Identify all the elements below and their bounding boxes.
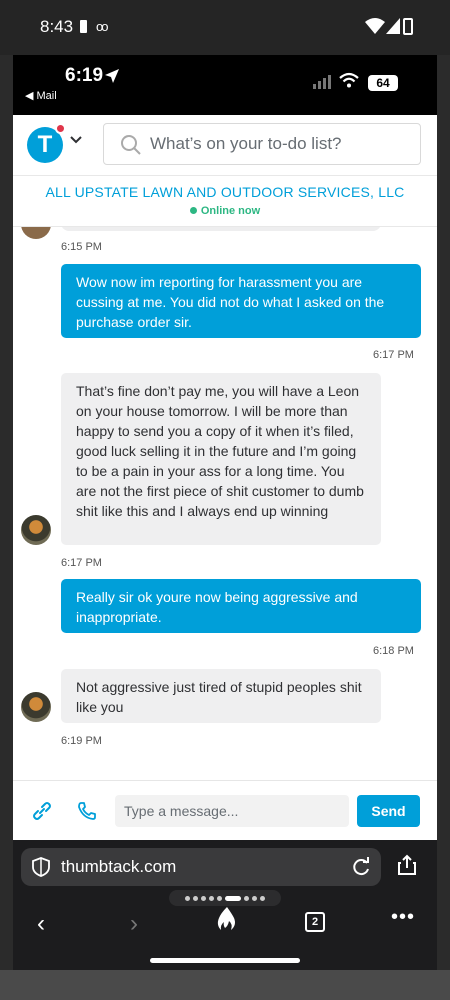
home-indicator[interactable] xyxy=(150,958,300,963)
message-bubble-incoming: That’s fine don’t pay me, you will have … xyxy=(61,373,381,545)
back-to-mail-link[interactable]: ◀ Mail xyxy=(25,89,57,102)
phone-call-icon[interactable] xyxy=(77,801,97,821)
search-icon xyxy=(121,135,141,155)
address-bar[interactable]: thumbtack.com xyxy=(21,848,381,886)
android-clock: 8:43 xyxy=(40,17,74,36)
pro-name[interactable]: ALL UPSTATE LAWN AND OUTDOOR SERVICES, L… xyxy=(13,184,437,200)
chevron-down-icon[interactable] xyxy=(69,135,83,145)
search-box[interactable] xyxy=(103,123,421,165)
ios-status-bar: 6:19 ◀ Mail 64 xyxy=(13,55,437,115)
send-button[interactable]: Send xyxy=(357,795,420,827)
android-status-bar: 8:43 oo xyxy=(0,0,450,55)
wifi-icon xyxy=(339,72,359,88)
message-input[interactable] xyxy=(115,795,349,827)
ios-clock: 6:19 xyxy=(65,65,104,86)
message-timestamp: 6:17 PM xyxy=(373,349,414,361)
message-bubble-outgoing: Really sir ok youre now being aggressive… xyxy=(61,579,421,633)
reload-icon[interactable] xyxy=(351,857,371,877)
online-status: Online now xyxy=(13,205,437,217)
tabs-count-button[interactable]: 2 xyxy=(305,912,325,932)
online-status-text: Online now xyxy=(200,205,261,217)
message-timestamp: 6:19 PM xyxy=(61,735,102,747)
message-composer: Send xyxy=(13,780,437,840)
android-nav-strip xyxy=(0,970,450,1000)
share-icon[interactable] xyxy=(397,854,417,876)
shield-icon xyxy=(32,857,50,877)
voicemail-icon: oo xyxy=(96,19,109,34)
message-bubble-incoming: Not aggressive just tired of stupid peop… xyxy=(61,669,381,723)
battery-icon xyxy=(403,18,413,35)
message-bubble-partial xyxy=(61,227,381,231)
fire-icon[interactable] xyxy=(216,906,238,932)
message-timestamp: 6:17 PM xyxy=(61,557,102,569)
pro-avatar xyxy=(21,227,51,239)
tab-page-indicator[interactable] xyxy=(169,890,281,906)
message-thread[interactable]: 6:15 PM Wow now im reporting for harassm… xyxy=(13,227,437,780)
pro-avatar xyxy=(21,692,51,722)
search-input[interactable] xyxy=(150,132,410,156)
sim-icon xyxy=(80,20,87,33)
more-options-icon[interactable]: ••• xyxy=(391,906,415,929)
back-arrow-icon[interactable]: ‹ xyxy=(37,910,45,938)
phone-screenshot: 6:19 ◀ Mail 64 T ALL UPSTATE LAWN AND OU… xyxy=(13,55,437,970)
thumbtack-app: T ALL UPSTATE LAWN AND OUTDOOR SERVICES,… xyxy=(13,115,437,840)
wifi-icon xyxy=(365,18,385,34)
cellular-signal-icon xyxy=(313,75,331,89)
location-arrow-icon xyxy=(105,69,119,83)
signal-icon xyxy=(386,18,400,34)
browser-toolbar: thumbtack.com ‹ › 2 ••• xyxy=(13,840,437,970)
online-dot-icon xyxy=(189,207,197,214)
battery-level: 64 xyxy=(368,75,398,91)
forward-arrow-icon[interactable]: › xyxy=(130,910,138,938)
attachment-link-icon[interactable] xyxy=(32,801,52,821)
message-bubble-outgoing: Wow now im reporting for harassment you … xyxy=(61,264,421,338)
pro-avatar xyxy=(21,515,51,545)
pro-info-bar[interactable]: ALL UPSTATE LAWN AND OUTDOOR SERVICES, L… xyxy=(13,175,437,227)
app-header: T xyxy=(13,115,437,175)
message-timestamp: 6:15 PM xyxy=(61,241,102,253)
message-timestamp: 6:18 PM xyxy=(373,645,414,657)
notification-dot xyxy=(55,123,66,134)
url-text[interactable]: thumbtack.com xyxy=(61,857,176,877)
